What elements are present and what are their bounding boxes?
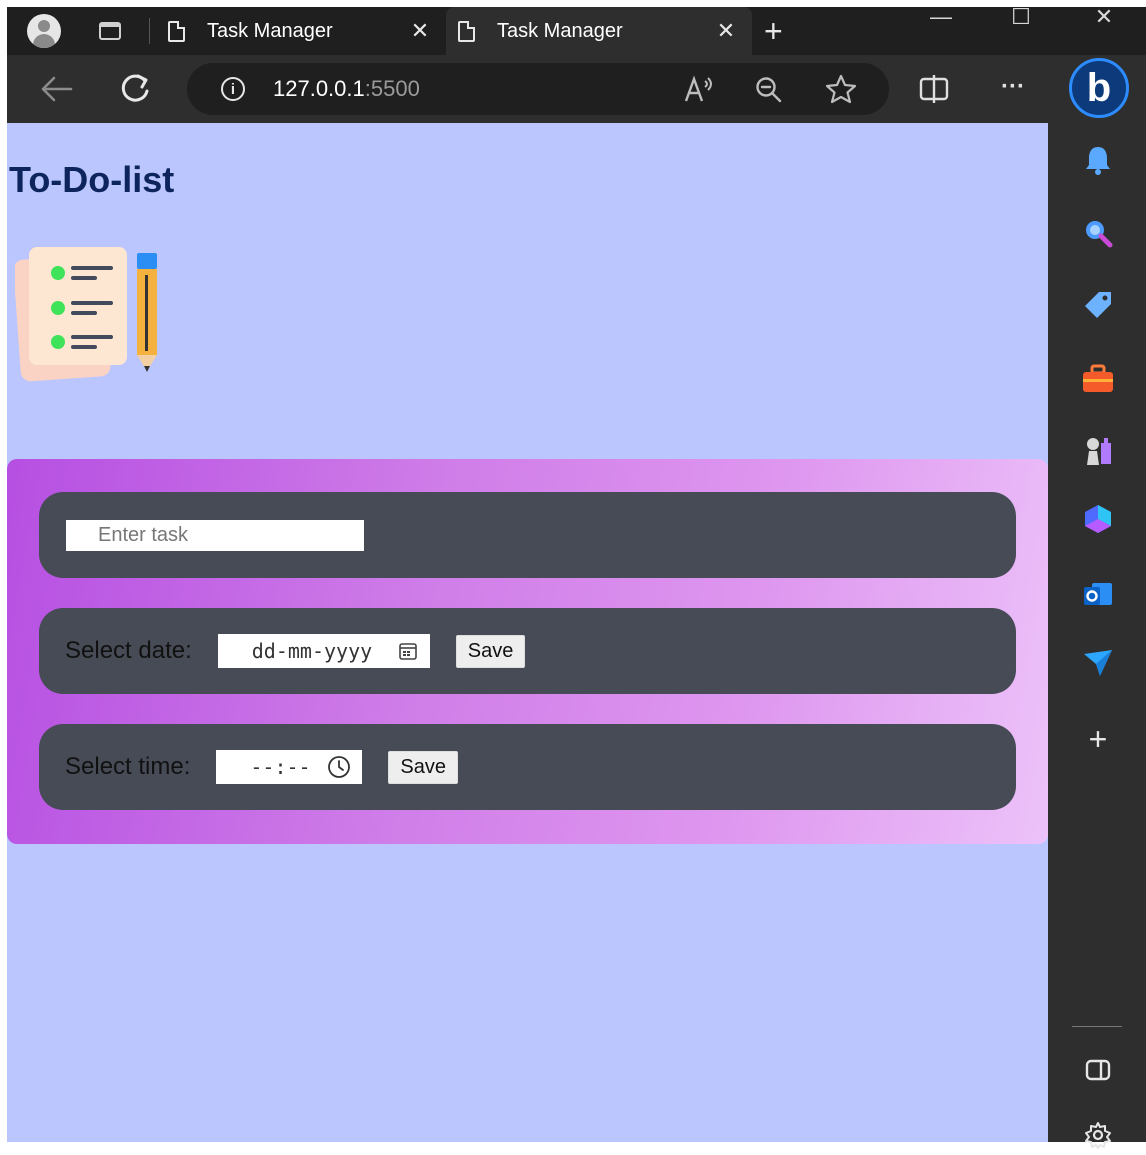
shopping-tag-icon[interactable] xyxy=(1078,285,1118,325)
page-viewport: To-Do-list Select date: dd-mm-yyyy xyxy=(7,123,1048,1142)
page-icon xyxy=(458,20,475,42)
tab-close-icon[interactable]: ✕ xyxy=(406,18,434,44)
send-drop-icon[interactable] xyxy=(1078,643,1118,683)
split-screen-icon[interactable] xyxy=(919,75,949,103)
date-placeholder: dd-mm-yyyy xyxy=(251,639,373,663)
browser-tab-2[interactable]: Task Manager ✕ xyxy=(446,7,752,55)
time-placeholder: --:-- xyxy=(250,755,311,779)
zoom-out-icon[interactable] xyxy=(755,76,783,104)
bell-icon[interactable] xyxy=(1078,140,1118,180)
date-row: Select date: dd-mm-yyyy Save xyxy=(39,608,1016,694)
save-date-button[interactable]: Save xyxy=(455,634,526,668)
time-input[interactable]: --:-- xyxy=(216,750,363,784)
calendar-icon[interactable] xyxy=(398,641,418,661)
date-label: Select date: xyxy=(65,637,192,664)
maximize-window-button[interactable]: ☐ xyxy=(1001,6,1041,37)
add-icon[interactable]: + xyxy=(1078,719,1118,759)
sidebar-separator xyxy=(1072,1026,1122,1027)
tab-title: Task Manager xyxy=(497,19,623,42)
sidebar-toggle-icon[interactable] xyxy=(1078,1050,1118,1090)
search-icon[interactable] xyxy=(1078,213,1118,253)
tab-close-icon[interactable]: ✕ xyxy=(712,18,740,44)
page-icon xyxy=(168,20,185,42)
todo-list-logo-icon xyxy=(15,247,157,382)
task-form-panel: Select date: dd-mm-yyyy Save Select time… xyxy=(7,459,1048,844)
url-text[interactable]: 127.0.0.1:5500 xyxy=(273,76,420,102)
settings-icon[interactable] xyxy=(1078,1115,1118,1155)
tab-title: Task Manager xyxy=(207,19,333,42)
url-port: :5500 xyxy=(364,76,420,101)
minimize-window-button[interactable]: — xyxy=(921,6,961,37)
task-input[interactable] xyxy=(66,519,364,551)
edge-sidebar: + xyxy=(1048,123,1146,1149)
microsoft-365-icon[interactable] xyxy=(1078,499,1118,539)
profile-avatar-icon[interactable] xyxy=(27,14,61,48)
refresh-icon[interactable] xyxy=(118,72,152,106)
back-arrow-icon[interactable] xyxy=(40,75,74,103)
more-icon[interactable]: ··· xyxy=(1001,73,1025,101)
task-input-row xyxy=(39,492,1016,578)
bing-copilot-icon[interactable]: b xyxy=(1069,58,1129,118)
browser-tab-1[interactable]: Task Manager ✕ xyxy=(156,7,446,55)
clock-icon[interactable] xyxy=(327,755,351,779)
tab-actions-icon[interactable] xyxy=(99,22,121,40)
outlook-icon[interactable] xyxy=(1078,575,1118,615)
save-time-button[interactable]: Save xyxy=(388,750,458,784)
site-info-icon[interactable]: i xyxy=(221,77,245,101)
page-title: To-Do-list xyxy=(9,159,175,200)
chess-games-icon[interactable] xyxy=(1078,431,1118,471)
tab-separator xyxy=(149,18,150,44)
new-tab-button[interactable]: + xyxy=(764,15,783,47)
read-aloud-icon[interactable] xyxy=(683,75,715,103)
time-row: Select time: --:-- Save xyxy=(39,724,1016,810)
url-host: 127.0.0.1 xyxy=(273,76,365,101)
browser-tab-bar: Task Manager ✕ Task Manager ✕ + — ☐ ✕ xyxy=(7,6,1146,55)
address-bar[interactable]: i 127.0.0.1:5500 xyxy=(187,63,889,115)
time-label: Select time: xyxy=(65,753,191,780)
date-input[interactable]: dd-mm-yyyy xyxy=(217,634,430,668)
tools-icon[interactable] xyxy=(1078,359,1118,399)
close-window-button[interactable]: ✕ xyxy=(1084,6,1124,37)
favorite-star-icon[interactable] xyxy=(825,74,857,104)
browser-toolbar: i 127.0.0.1:5500 ··· b xyxy=(7,55,1146,123)
